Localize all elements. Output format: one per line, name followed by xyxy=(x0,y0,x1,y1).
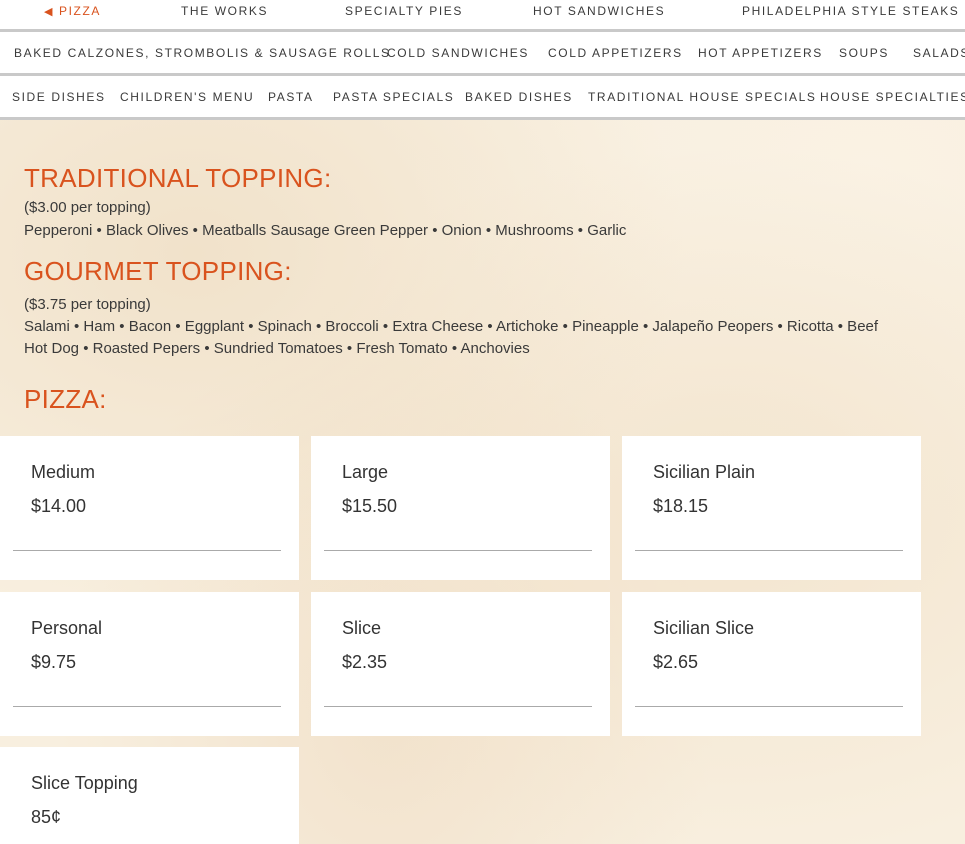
menu-item-price: $9.75 xyxy=(31,652,77,672)
menu-item-name: Large xyxy=(342,462,389,482)
category-nav-row-3: SIDE DISHES CHILDREN'S MENU PASTA PASTA … xyxy=(0,76,965,120)
nav-item-soups[interactable]: SOUPS xyxy=(839,46,889,60)
menu-item-price: $18.15 xyxy=(653,496,709,516)
menu-item-price: $15.50 xyxy=(342,496,398,516)
menu-item-name: Slice xyxy=(342,618,382,638)
nav-item-philadelphia-steaks[interactable]: PHILADELPHIA STYLE STEAKS xyxy=(742,4,959,18)
nav-item-specialty-pies[interactable]: SPECIALTY PIES xyxy=(345,4,463,18)
divider xyxy=(13,550,281,551)
gourmet-topping-list-line-1: Salami • Ham • Bacon • Eggplant • Spinac… xyxy=(24,318,879,335)
menu-item-card[interactable]: Sicilian Plain $18.15 xyxy=(622,436,921,580)
gourmet-topping-title: GOURMET TOPPING: xyxy=(24,256,292,286)
category-nav-row-2: BAKED CALZONES, STROMBOLIS & SAUSAGE ROL… xyxy=(0,32,965,76)
nav-item-side-dishes[interactable]: SIDE DISHES xyxy=(12,90,106,104)
menu-item-name: Sicilian Plain xyxy=(653,462,756,482)
menu-item-price: $2.35 xyxy=(342,652,388,672)
divider xyxy=(324,706,592,707)
nav-item-salads[interactable]: SALADS xyxy=(913,46,965,60)
menu-item-card[interactable]: Medium $14.00 xyxy=(0,436,299,580)
prev-arrow-icon[interactable]: ◀ xyxy=(44,6,54,18)
gourmet-price-note: ($3.75 per topping) xyxy=(24,296,151,313)
nav-item-label: HOUSE SPECIALTIES xyxy=(820,89,965,104)
menu-item-card[interactable]: Large $15.50 xyxy=(311,436,610,580)
gourmet-topping-list-line-2: Hot Dog • Roasted Pepers • Sundried Toma… xyxy=(24,340,530,357)
menu-item-name: Medium xyxy=(31,462,96,482)
nav-item-baked-calzones[interactable]: BAKED CALZONES, STROMBOLIS & SAUSAGE ROL… xyxy=(14,46,391,60)
menu-item-card[interactable]: Sicilian Slice $2.65 xyxy=(622,592,921,736)
nav-item-baked-dishes[interactable]: BAKED DISHES xyxy=(465,90,573,104)
nav-item-traditional-house-specials[interactable]: TRADITIONAL HOUSE SPECIALS xyxy=(588,90,817,104)
traditional-topping-list: Pepperoni • Black Olives • Meatballs Sau… xyxy=(24,222,627,239)
menu-item-price: $14.00 xyxy=(31,496,87,516)
menu-item-name: Sicilian Slice xyxy=(653,618,755,638)
pizza-title: PIZZA: xyxy=(24,384,107,414)
menu-item-card[interactable]: Slice Topping 85¢ xyxy=(0,747,299,844)
nav-item-hot-appetizers[interactable]: HOT APPETIZERS xyxy=(698,46,823,60)
nav-item-cold-sandwiches[interactable]: COLD SANDWICHES xyxy=(387,46,529,60)
divider xyxy=(13,706,281,707)
menu-item-price: 85¢ xyxy=(31,807,62,827)
menu-item-name: Slice Topping xyxy=(31,773,138,793)
nav-item-label: PIZZA xyxy=(59,4,102,18)
category-nav-row-1: ◀ PIZZA THE WORKS SPECIALTY PIES HOT SAN… xyxy=(0,0,965,32)
nav-item-pizza[interactable]: ◀ PIZZA xyxy=(44,4,101,18)
divider xyxy=(635,706,903,707)
nav-item-pasta-specials[interactable]: PASTA SPECIALS xyxy=(333,90,454,104)
menu-item-price: $2.65 xyxy=(653,652,699,672)
nav-item-pasta[interactable]: PASTA xyxy=(268,90,314,104)
nav-item-house-specialties[interactable]: HOUSE SPECIALTIES ▶ xyxy=(820,90,965,104)
nav-item-the-works[interactable]: THE WORKS xyxy=(181,4,268,18)
nav-item-childrens-menu[interactable]: CHILDREN'S MENU xyxy=(120,90,254,104)
nav-item-hot-sandwiches[interactable]: HOT SANDWICHES xyxy=(533,4,665,18)
menu-item-card[interactable]: Personal $9.75 xyxy=(0,592,299,736)
divider xyxy=(324,550,592,551)
traditional-price-note: ($3.00 per topping) xyxy=(24,199,151,216)
nav-item-cold-appetizers[interactable]: COLD APPETIZERS xyxy=(548,46,683,60)
divider xyxy=(635,550,903,551)
menu-item-name: Personal xyxy=(31,618,103,638)
menu-item-card[interactable]: Slice $2.35 xyxy=(311,592,610,736)
traditional-topping-title: TRADITIONAL TOPPING: xyxy=(24,163,332,193)
